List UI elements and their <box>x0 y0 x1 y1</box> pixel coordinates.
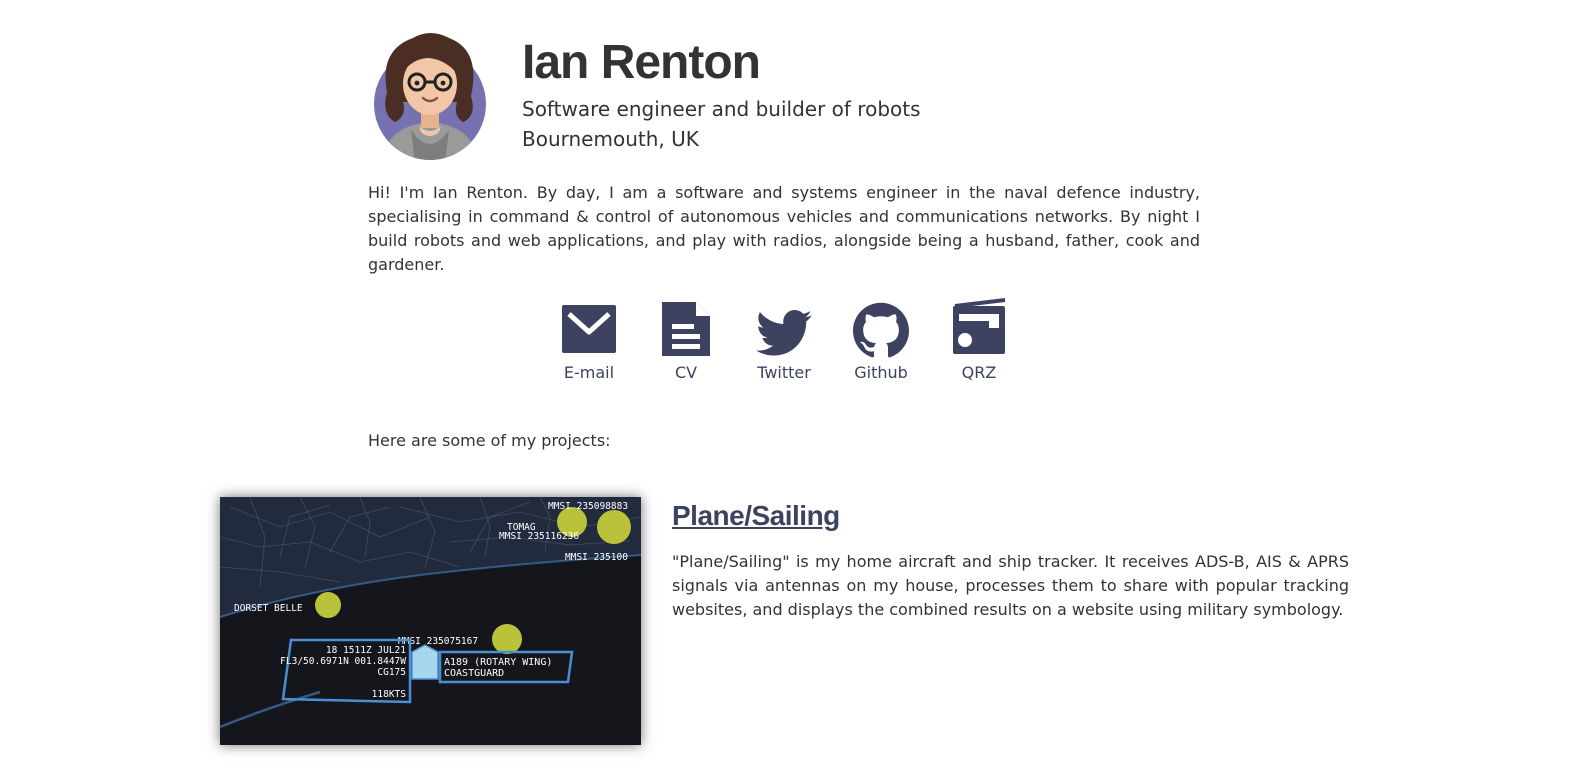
email-link[interactable]: E-mail <box>544 298 634 384</box>
plane-sailing-map: MMSI 235098883 TOMAG MMSI 235116236 MMSI… <box>220 497 641 745</box>
envelope-icon <box>562 305 616 353</box>
map-label-mmsi-tomag: MMSI 235116236 <box>499 531 579 542</box>
map-label-aircraft-line1: A189 (ROTARY WING) <box>444 657 552 668</box>
map-label-position: FL3/50.6971N 001.8447W <box>280 656 406 667</box>
github-label: Github <box>854 363 908 382</box>
radio-icon <box>953 298 1006 354</box>
document-icon <box>662 302 710 356</box>
cv-link[interactable]: CV <box>641 298 731 384</box>
profile-tagline: Software engineer and builder of robots … <box>522 94 921 154</box>
map-label-speed: 118KTS <box>372 689 407 700</box>
twitter-label: Twitter <box>757 363 811 382</box>
tagline-text: Software engineer and builder of robots <box>522 97 921 121</box>
project-screenshot[interactable]: MMSI 235098883 TOMAG MMSI 235116236 MMSI… <box>220 497 641 745</box>
map-label-callsign: CG175 <box>377 667 406 678</box>
location-text: Bournemouth, UK <box>522 127 699 151</box>
intro-paragraph: Hi! I'm Ian Renton. By day, I am a softw… <box>368 183 1200 274</box>
github-icon <box>853 302 909 358</box>
github-link[interactable]: Github <box>836 298 926 384</box>
qrz-label: QRZ <box>961 363 997 382</box>
page-title: Ian Renton <box>522 36 761 89</box>
cv-label: CV <box>674 363 698 382</box>
qrz-link[interactable]: QRZ <box>934 298 1024 384</box>
map-label-mmsi-top: MMSI 235098883 <box>548 501 628 512</box>
twitter-bird-icon <box>756 310 812 356</box>
projects-intro: Here are some of my projects: <box>368 431 611 450</box>
twitter-link[interactable]: Twitter <box>739 298 829 384</box>
map-label-mmsi-right: MMSI 235100 <box>565 552 628 563</box>
map-label-dorset-belle: DORSET BELLE <box>234 603 303 614</box>
email-label: E-mail <box>563 363 615 382</box>
project-title-link[interactable]: Plane/Sailing <box>672 498 840 534</box>
map-label-aircraft-line2: COASTGUARD <box>444 668 504 679</box>
avatar <box>374 33 486 160</box>
map-label-time: 18 1511Z JUL21 <box>326 645 406 656</box>
project-description: "Plane/Sailing" is my home aircraft and … <box>672 552 1349 619</box>
profile-header: Ian Renton Software engineer and builder… <box>373 30 1193 162</box>
